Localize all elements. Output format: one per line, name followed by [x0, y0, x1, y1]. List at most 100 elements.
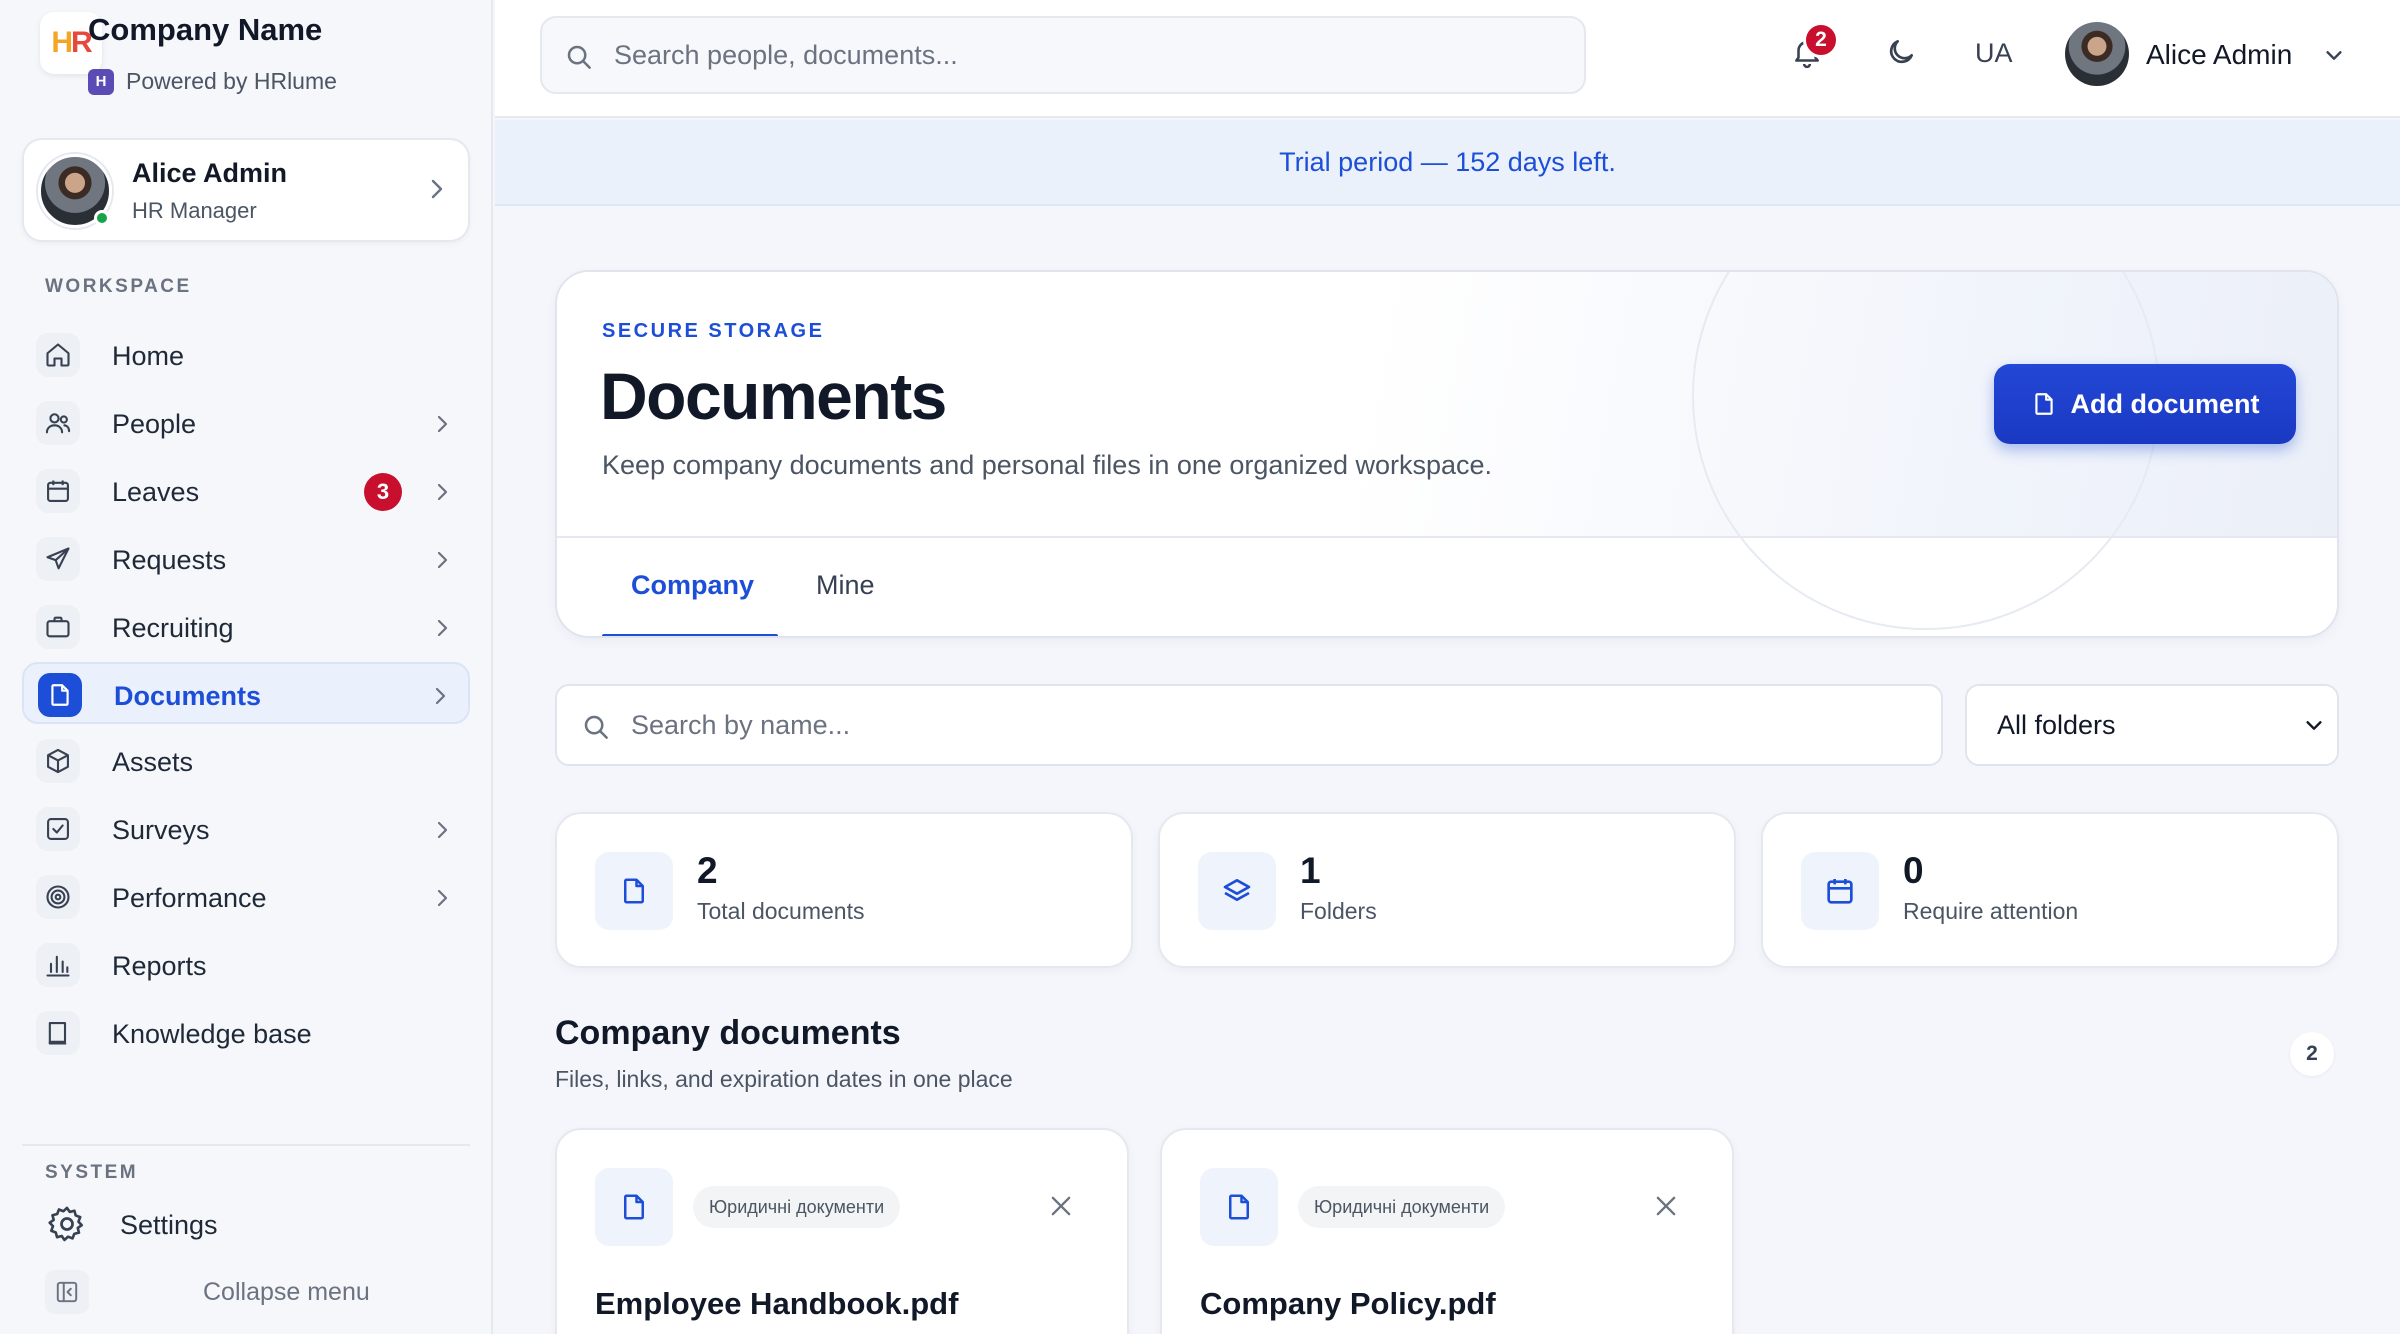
sidebar-item-label: People	[112, 409, 197, 439]
decorative-circle	[1692, 272, 2160, 630]
online-status-dot	[94, 210, 110, 226]
search-placeholder: Search people, documents...	[614, 40, 958, 70]
sidebar-item-label: Requests	[112, 545, 227, 575]
search-icon	[581, 712, 611, 742]
sidebar-item-knowledge-base[interactable]: Knowledge base	[22, 1002, 470, 1064]
document-icon	[595, 1168, 673, 1246]
tab-company[interactable]: Company	[631, 570, 754, 601]
close-icon[interactable]	[1047, 1192, 1075, 1220]
collapse-menu-button[interactable]: Collapse menu	[45, 1270, 370, 1314]
sidebar-item-label: Surveys	[112, 815, 210, 845]
sidebar-item-people[interactable]: People	[22, 392, 470, 454]
chevron-right-icon	[436, 820, 448, 840]
leaves-count-badge: 3	[364, 473, 402, 511]
chevron-right-icon	[430, 178, 444, 200]
sidebar-item-label: Assets	[112, 747, 194, 777]
layers-icon	[1198, 852, 1276, 930]
add-document-label: Add document	[2070, 388, 2260, 419]
page-title: Documents	[600, 359, 947, 433]
sidebar-item-performance[interactable]: Performance	[22, 866, 470, 928]
folder-select[interactable]: All folders	[1965, 684, 2339, 766]
stat-card-total-documents: 2 Total documents	[555, 812, 1133, 968]
stat-card-require-attention: 0 Require attention	[1761, 812, 2339, 968]
powered-by-text: Powered by HRlume	[126, 68, 337, 94]
documents-hero-card: SECURE STORAGE Documents Keep company do…	[555, 270, 2339, 638]
chevron-right-icon	[436, 888, 448, 908]
document-name[interactable]: Company Policy.pdf	[1200, 1286, 1496, 1322]
moon-icon[interactable]	[1885, 36, 1917, 68]
trial-banner: Trial period — 152 days left.	[495, 120, 2400, 206]
avatar	[2065, 22, 2129, 86]
book-icon	[36, 1011, 80, 1055]
calendar-icon	[36, 469, 80, 513]
calendar-icon	[1801, 852, 1879, 930]
sidebar-item-recruiting[interactable]: Recruiting	[22, 596, 470, 658]
checkbox-icon	[36, 807, 80, 851]
sidebar-item-assets[interactable]: Assets	[22, 730, 470, 792]
sidebar-item-label: Recruiting	[112, 613, 234, 643]
language-switcher[interactable]: UA	[1975, 38, 2013, 69]
stat-label: Folders	[1300, 898, 1377, 924]
hero-divider	[557, 536, 2337, 538]
sidebar-item-leaves[interactable]: Leaves 3	[22, 460, 470, 522]
page-description: Keep company documents and personal file…	[602, 450, 1493, 480]
chevron-right-icon	[436, 414, 448, 434]
user-name: Alice Admin	[132, 158, 288, 188]
sidebar-item-label: Reports	[112, 951, 207, 981]
user-menu-name: Alice Admin	[2146, 39, 2293, 70]
section-title: Company documents	[555, 1014, 901, 1052]
chevron-right-icon	[436, 618, 448, 638]
add-document-button[interactable]: Add document	[1994, 364, 2296, 444]
sidebar-divider	[22, 1144, 470, 1146]
chevron-down-icon	[2323, 44, 2345, 66]
document-search-placeholder: Search by name...	[631, 710, 851, 740]
stat-value: 0	[1903, 850, 1924, 891]
collapse-menu-label: Collapse menu	[203, 1278, 370, 1306]
folder-tag: Юридичні документи	[693, 1186, 901, 1228]
briefcase-icon	[36, 605, 80, 649]
gear-icon	[45, 1202, 89, 1246]
stat-card-folders: 1 Folders	[1158, 812, 1736, 968]
section-subtitle: Files, links, and expiration dates in on…	[555, 1066, 1013, 1092]
search-icon	[564, 42, 594, 72]
document-icon	[595, 852, 673, 930]
sidebar-item-requests[interactable]: Requests	[22, 528, 470, 590]
document-card[interactable]: Юридичні документи Company Policy.pdf	[1160, 1128, 1734, 1334]
user-card[interactable]: Alice Admin HR Manager	[22, 138, 470, 242]
global-search-input[interactable]: Search people, documents...	[540, 16, 1586, 94]
chevron-right-icon	[436, 482, 448, 502]
sidebar: HR Company Name H Powered by HRlume Alic…	[0, 0, 493, 1334]
document-search-input[interactable]: Search by name...	[555, 684, 1943, 766]
sidebar-item-label: Leaves	[112, 477, 200, 507]
sidebar-item-label: Documents	[114, 681, 262, 711]
tab-mine[interactable]: Mine	[816, 570, 875, 601]
people-icon	[36, 401, 80, 445]
sidebar-item-reports[interactable]: Reports	[22, 934, 470, 996]
sidebar-item-label: Home	[112, 341, 185, 371]
sidebar-item-settings[interactable]: Settings	[45, 1202, 218, 1246]
sidebar-item-documents[interactable]: Documents	[22, 662, 470, 724]
close-icon[interactable]	[1652, 1192, 1680, 1220]
sidebar-item-surveys[interactable]: Surveys	[22, 798, 470, 860]
send-icon	[36, 537, 80, 581]
stat-value: 2	[697, 850, 718, 891]
chevron-right-icon	[434, 686, 446, 706]
notification-badge: 2	[1803, 22, 1839, 58]
home-icon	[36, 333, 80, 377]
document-name[interactable]: Employee Handbook.pdf	[595, 1286, 958, 1322]
hrlume-logo-icon: H	[88, 68, 114, 95]
logo-letter-h: H	[51, 26, 73, 59]
company-name: Company Name	[88, 12, 323, 47]
powered-by: H Powered by HRlume	[88, 68, 337, 95]
sidebar-item-label: Performance	[112, 883, 267, 913]
document-card[interactable]: Юридичні документи Employee Handbook.pdf	[555, 1128, 1129, 1334]
chevron-down-icon	[2303, 714, 2325, 736]
document-icon	[38, 673, 82, 717]
stat-label: Require attention	[1903, 898, 2079, 924]
workspace-label: WORKSPACE	[45, 276, 192, 297]
sidebar-item-home[interactable]: Home	[22, 324, 470, 386]
trial-banner-text: Trial period — 152 days left.	[1279, 146, 1616, 177]
hero-eyebrow: SECURE STORAGE	[602, 320, 825, 342]
sidebar-collapse-icon	[45, 1270, 89, 1314]
folder-select-value: All folders	[1997, 710, 2116, 740]
